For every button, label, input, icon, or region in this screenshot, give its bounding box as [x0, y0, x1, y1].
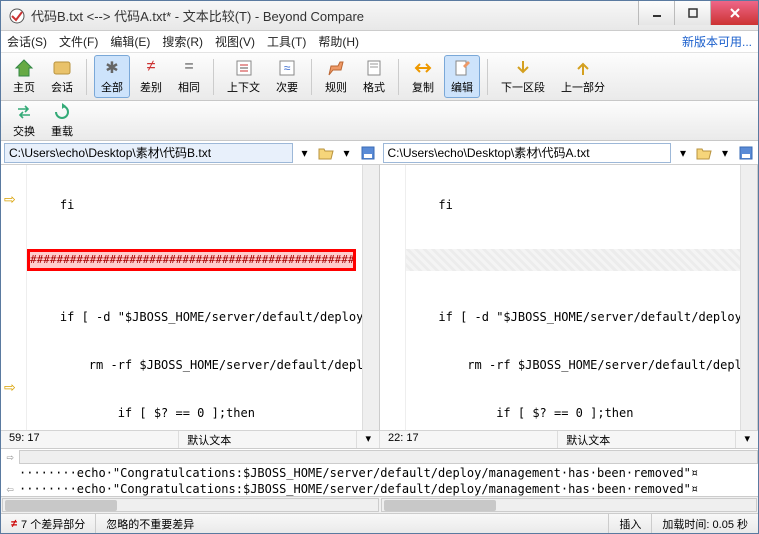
diff-gap [406, 249, 741, 271]
left-path-dropdown[interactable]: ▾ [296, 144, 314, 162]
copy-button[interactable]: 复制 [406, 56, 440, 97]
right-save-icon[interactable] [737, 144, 755, 162]
left-cursor-pos: 59: 17 [1, 431, 179, 448]
compare-panes: ⇨ ⇨ fi #################################… [1, 165, 758, 430]
merge-left-icon: ⇦ [1, 482, 19, 496]
menu-file[interactable]: 文件(F) [59, 33, 98, 50]
context-button[interactable]: 上下文 [221, 56, 266, 97]
right-encoding: 默认文本 [558, 431, 736, 448]
left-path-input[interactable] [4, 143, 293, 163]
app-window: 代码B.txt <--> 代码A.txt* - 文本比较(T) - Beyond… [0, 0, 759, 534]
status-bar: ≠7 个差异部分 忽略的不重要差异 插入 加载时间: 0.05 秒 [1, 513, 758, 533]
maximize-button[interactable] [674, 1, 710, 25]
window-controls [638, 1, 758, 30]
diff-marker-icon: ⇨ [4, 191, 16, 208]
reload-button[interactable]: 重载 [45, 100, 79, 141]
left-open-dropdown[interactable]: ▾ [338, 144, 356, 162]
next-section-button[interactable]: 下一区段 [495, 56, 551, 97]
left-open-icon[interactable] [317, 144, 335, 162]
merge-right-icon: ⇨ [1, 450, 19, 464]
same-button[interactable]: =相同 [172, 56, 206, 97]
diff-highlight: ########################################… [27, 249, 356, 271]
load-time: 加载时间: 0.05 秒 [652, 514, 758, 533]
minor-button[interactable]: ≈次要 [270, 56, 304, 97]
menu-session[interactable]: 会话(S) [7, 33, 47, 50]
rules-button[interactable]: 规则 [319, 56, 353, 97]
right-cursor-pos: 22: 17 [380, 431, 558, 448]
format-button[interactable]: 格式 [357, 56, 391, 97]
main-toolbar: 主页 会话 ✱全部 ≠差别 =相同 上下文 ≈次要 规则 格式 复制 编辑 下一… [1, 53, 758, 101]
path-bar: ▾ ▾ ▾ ▾ [1, 141, 758, 165]
left-pane: ⇨ ⇨ fi #################################… [1, 165, 380, 430]
menu-edit[interactable]: 编辑(E) [110, 33, 150, 50]
right-pane: fi if [ -d "$JBOSS_HOME/server/default/d… [380, 165, 759, 430]
menu-search[interactable]: 搜索(R) [162, 33, 203, 50]
pane-status-bar: 59: 17 默认文本 ▾ 22: 17 默认文本 ▾ [1, 430, 758, 448]
right-gutter [380, 165, 406, 430]
diff-button[interactable]: ≠差别 [134, 56, 168, 97]
menu-help[interactable]: 帮助(H) [318, 33, 359, 50]
left-gutter: ⇨ ⇨ [1, 165, 27, 430]
left-encoding: 默认文本 [179, 431, 357, 448]
right-code[interactable]: fi if [ -d "$JBOSS_HOME/server/default/d… [406, 165, 741, 430]
svg-text:≈: ≈ [284, 61, 291, 75]
left-hscroll[interactable] [2, 498, 379, 512]
insert-mode: 插入 [609, 514, 652, 533]
prev-section-button[interactable]: 上一部分 [555, 56, 611, 97]
secondary-toolbar: 交换 重载 [1, 101, 758, 141]
ignored-diffs: 忽略的不重要差异 [96, 514, 609, 533]
app-icon [9, 8, 25, 24]
right-scrollbar[interactable] [740, 165, 757, 430]
menu-bar: 会话(S) 文件(F) 编辑(E) 搜索(R) 视图(V) 工具(T) 帮助(H… [1, 31, 758, 53]
menu-tools[interactable]: 工具(T) [267, 33, 306, 50]
merge-area: ⇨ ········echo·"Congratulcations:$JBOSS_… [1, 448, 758, 496]
left-code[interactable]: fi #####################################… [27, 165, 362, 430]
left-scrollbar[interactable] [362, 165, 379, 430]
right-path-input[interactable] [383, 143, 672, 163]
close-button[interactable] [710, 1, 758, 25]
right-path-section: ▾ ▾ [380, 141, 759, 164]
home-button[interactable]: 主页 [7, 56, 41, 97]
swap-button[interactable]: 交换 [7, 100, 41, 141]
menu-view[interactable]: 视图(V) [215, 33, 255, 50]
right-open-icon[interactable] [695, 144, 713, 162]
all-button[interactable]: ✱全部 [94, 55, 130, 98]
right-hscroll[interactable] [381, 498, 758, 512]
diff-count: ≠7 个差异部分 [1, 514, 96, 533]
edit-button[interactable]: 编辑 [444, 55, 480, 98]
window-title: 代码B.txt <--> 代码A.txt* - 文本比较(T) - Beyond… [31, 6, 638, 25]
session-button[interactable]: 会话 [45, 56, 79, 97]
diff-marker-icon: ⇨ [4, 379, 16, 396]
left-path-section: ▾ ▾ [1, 141, 380, 164]
right-path-dropdown[interactable]: ▾ [674, 144, 692, 162]
merge-hscroll[interactable] [19, 450, 758, 464]
left-save-icon[interactable] [359, 144, 377, 162]
minimize-button[interactable] [638, 1, 674, 25]
merge-line: ········echo·"Congratulcations:$JBOSS_HO… [19, 482, 758, 496]
horizontal-scrollbars [1, 496, 758, 513]
update-link[interactable]: 新版本可用... [682, 33, 752, 50]
merge-line: ········echo·"Congratulcations:$JBOSS_HO… [19, 466, 758, 480]
right-open-dropdown[interactable]: ▾ [716, 144, 734, 162]
title-bar: 代码B.txt <--> 代码A.txt* - 文本比较(T) - Beyond… [1, 1, 758, 31]
